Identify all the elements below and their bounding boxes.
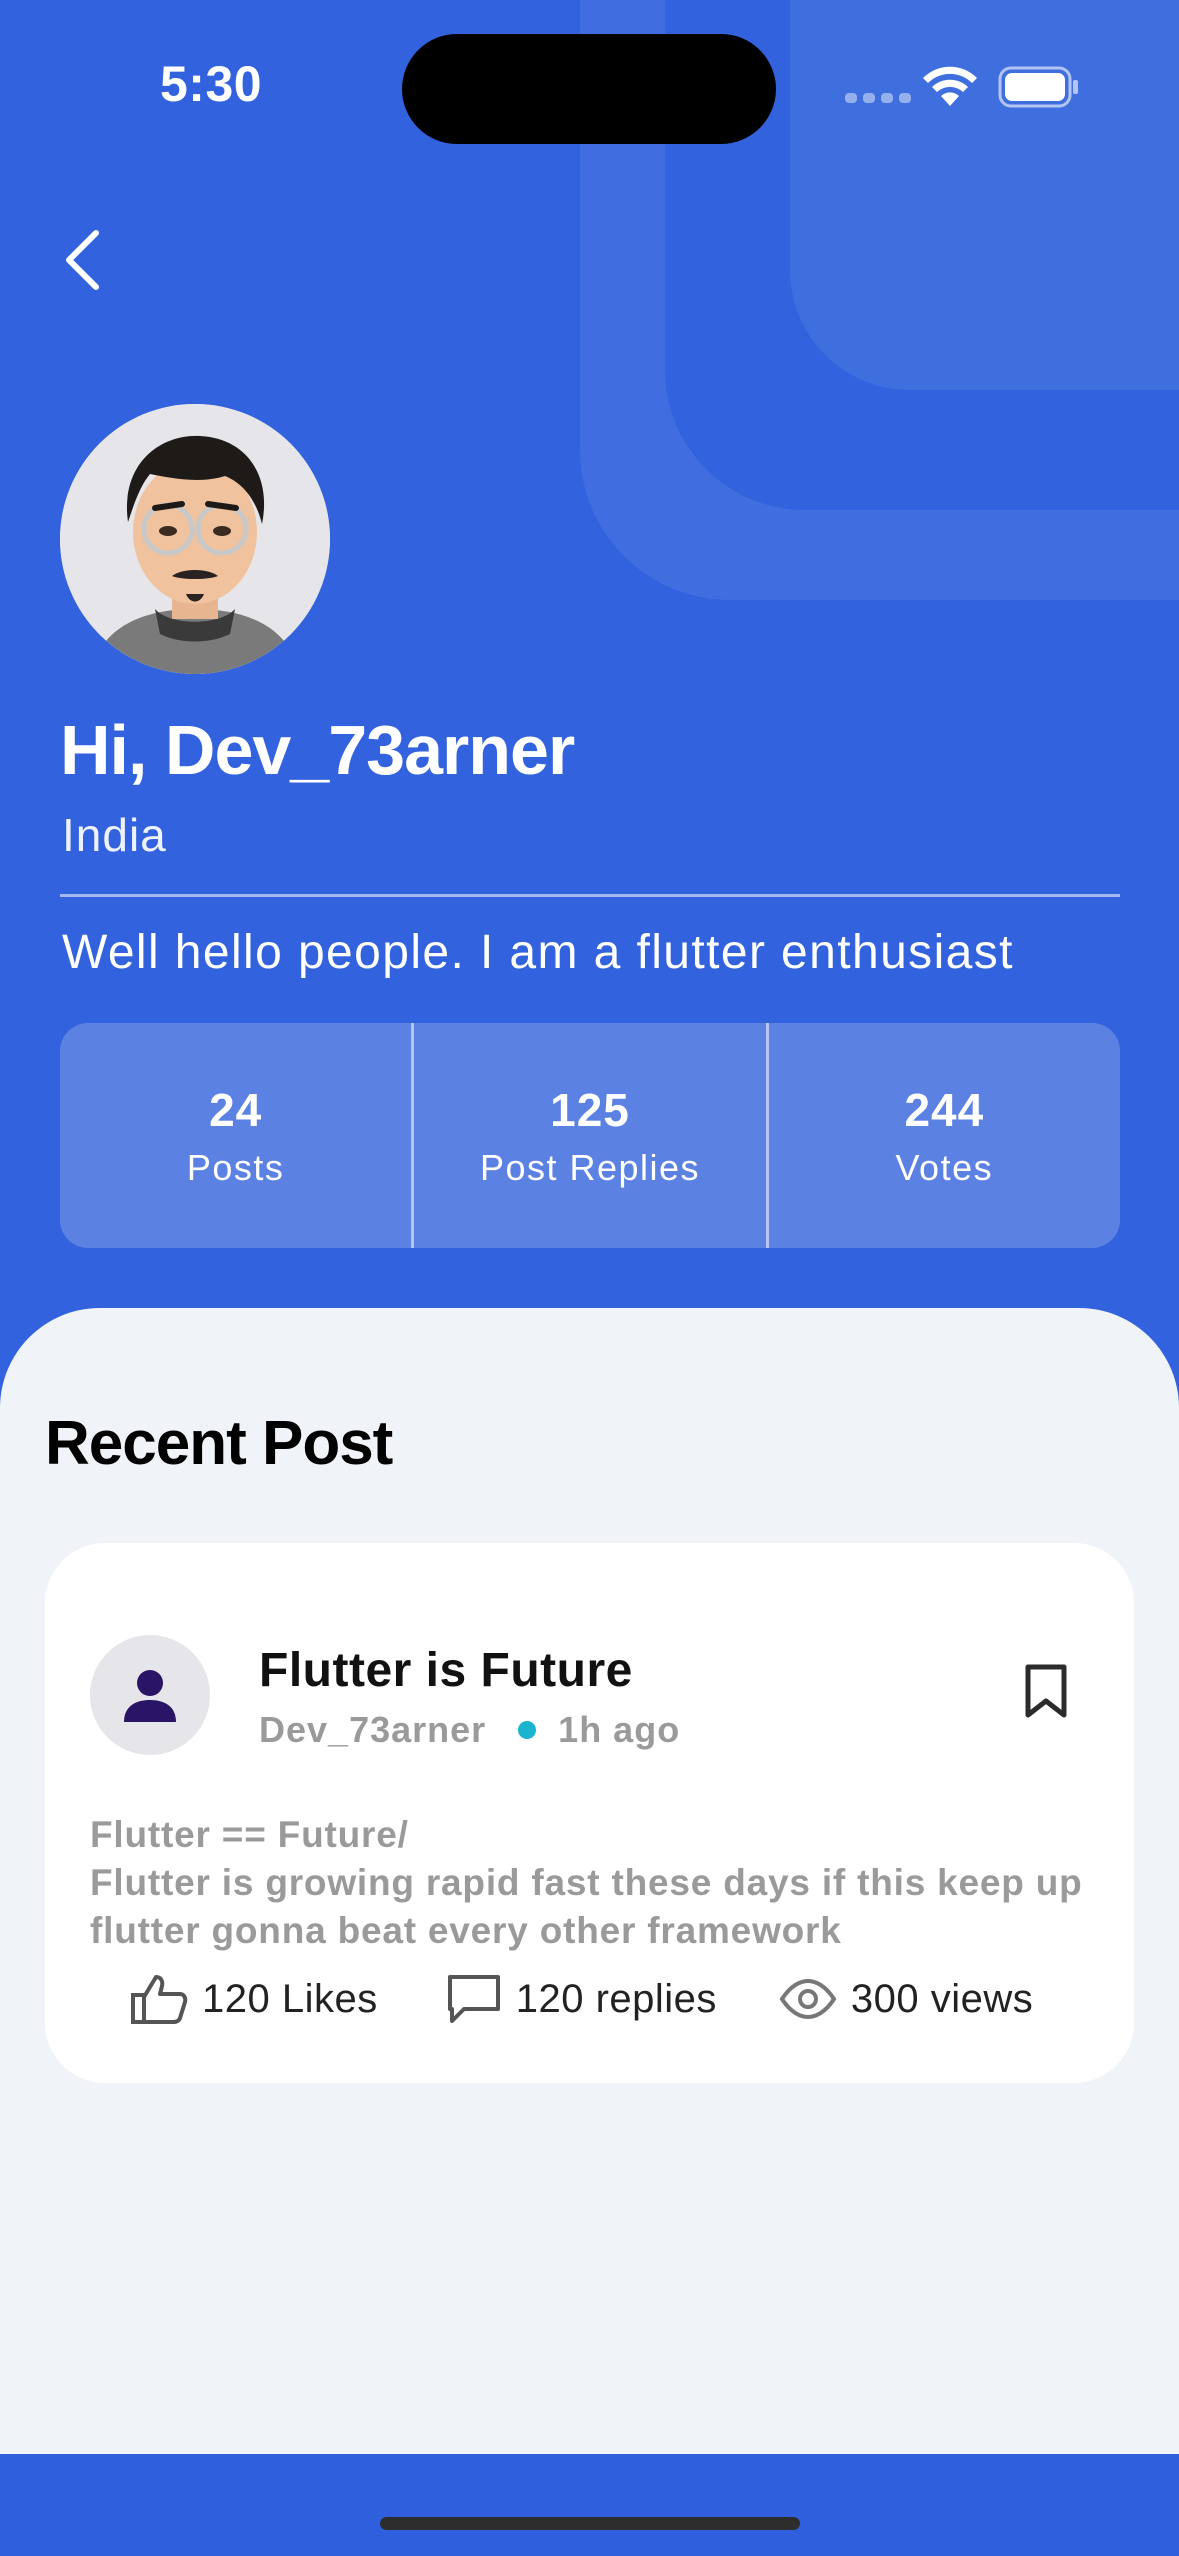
wifi-icon	[923, 66, 977, 106]
profile-country: India	[62, 809, 167, 861]
section-title: Recent Post	[45, 1409, 393, 1478]
profile-bio: Well hello people. I am a flutter enthus…	[62, 926, 1014, 979]
decorative-shape	[790, 0, 1179, 390]
post-meta: Dev_73arner 1h ago	[259, 1709, 680, 1751]
like-button[interactable]: 120 Likes	[130, 1973, 378, 2025]
comment-icon	[447, 1975, 500, 2023]
stat-value: 125	[550, 1083, 630, 1136]
stat-value: 24	[209, 1083, 263, 1136]
bookmark-icon[interactable]	[1023, 1663, 1069, 1719]
bottom-bar	[0, 2454, 1179, 2556]
stat-post-replies[interactable]: 125 Post Replies	[411, 1023, 765, 1248]
views-indicator: 300 views	[779, 1977, 1033, 2022]
eye-icon	[779, 1979, 837, 2019]
battery-icon	[998, 66, 1078, 108]
recent-posts-section: Recent Post Flutter is Future Dev_73arne…	[0, 1308, 1179, 2454]
profile-greeting: Hi, Dev_73arner	[60, 711, 575, 789]
post-author[interactable]: Dev_73arner	[259, 1709, 486, 1751]
avatar-illustration	[60, 404, 330, 674]
post-title[interactable]: Flutter is Future	[259, 1643, 633, 1698]
thumbs-up-icon	[131, 1975, 188, 2024]
replies-count: 120 replies	[515, 1976, 717, 2021]
stat-label: Post Replies	[479, 1146, 701, 1188]
separator-dot	[518, 1721, 537, 1739]
stat-label: Posts	[186, 1146, 285, 1188]
post-time: 1h ago	[558, 1709, 681, 1750]
post-actions: 120 Likes 120 replies 300 views	[130, 1973, 1033, 2025]
home-indicator[interactable]	[380, 2517, 800, 2530]
person-icon	[124, 1670, 176, 1722]
post-card[interactable]: Flutter is Future Dev_73arner 1h ago Flu…	[45, 1543, 1134, 2083]
stat-posts[interactable]: 24 Posts	[60, 1023, 411, 1248]
post-author-avatar[interactable]	[90, 1635, 210, 1755]
divider	[60, 894, 1120, 897]
cellular-signal-icon	[845, 93, 911, 103]
chevron-left-icon[interactable]	[52, 225, 122, 295]
views-count: 300 views	[850, 1976, 1034, 2021]
post-body: Flutter == Future/ Flutter is growing ra…	[90, 1814, 1083, 1951]
avatar[interactable]	[60, 404, 330, 674]
stat-votes[interactable]: 244 Votes	[765, 1023, 1120, 1248]
status-time: 5:30	[160, 56, 263, 112]
stat-label: Votes	[895, 1146, 994, 1188]
stat-value: 244	[904, 1083, 985, 1136]
likes-count: 120 Likes	[202, 1976, 378, 2021]
dynamic-island	[402, 34, 776, 144]
profile-header: 5:30 Hi, Dev_73arner India Well hello pe…	[0, 0, 1179, 1400]
profile-stats: 24 Posts 125 Post Replies 244 Votes	[60, 1023, 1120, 1248]
replies-button[interactable]: 120 replies	[446, 1973, 717, 2025]
